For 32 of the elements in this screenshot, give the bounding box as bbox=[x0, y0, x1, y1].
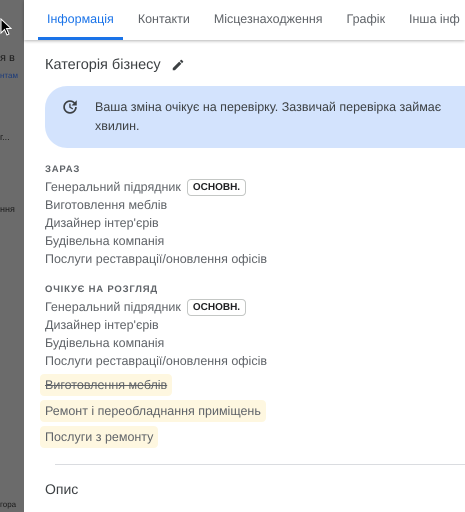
category-item: Дизайнер інтер'єрів bbox=[45, 216, 159, 230]
background-text: гора bbox=[0, 500, 16, 509]
category-item: Виготовлення меблів bbox=[45, 198, 168, 212]
category-item: Послуги з ремонту bbox=[45, 430, 154, 444]
category-item: Генеральний підрядник bbox=[45, 180, 181, 194]
category-item: Ремонт і переобладнання приміщень bbox=[45, 404, 261, 418]
category-item: Послуги реставрації/оновлення офісів bbox=[45, 354, 267, 368]
tab[interactable]: Інша інф bbox=[400, 0, 465, 40]
section-title: Категорія бізнесу bbox=[45, 57, 161, 73]
group-heading: ОЧІКУЄ НА РОЗГЛЯД bbox=[45, 284, 158, 295]
category-item: Будівельна компанія bbox=[45, 336, 164, 350]
background-text: я в bbox=[0, 52, 15, 64]
cursor-icon bbox=[0, 18, 12, 36]
background-text: г... bbox=[0, 132, 10, 142]
background-text: ння bbox=[0, 204, 15, 214]
category-item: Дизайнер інтер'єрів bbox=[45, 318, 159, 332]
background-text: нтам bbox=[0, 71, 18, 80]
tab[interactable]: Інформація bbox=[38, 0, 123, 40]
tab[interactable]: Місцезнаходження bbox=[204, 0, 332, 40]
section-title: Опис bbox=[45, 481, 80, 497]
primary-badge: ОСНОВН. bbox=[186, 298, 246, 316]
clock-icon bbox=[61, 98, 79, 116]
edit-icon[interactable] bbox=[170, 58, 185, 72]
notice-text: Ваша зміна очікує на перевірку. Зазвичай перевірка займає хвилин. bbox=[95, 99, 442, 135]
category-item: Виготовлення меблів bbox=[45, 378, 168, 392]
group-heading: ЗАРАЗ bbox=[45, 164, 80, 175]
primary-badge: ОСНОВН. bbox=[186, 178, 246, 196]
category-item: Генеральний підрядник bbox=[45, 300, 181, 314]
category-item: Будівельна компанія bbox=[45, 234, 164, 248]
tab[interactable]: Контакти bbox=[128, 0, 199, 40]
tab[interactable]: Графік bbox=[338, 0, 394, 40]
category-item: Послуги реставрації/оновлення офісів bbox=[45, 252, 267, 266]
